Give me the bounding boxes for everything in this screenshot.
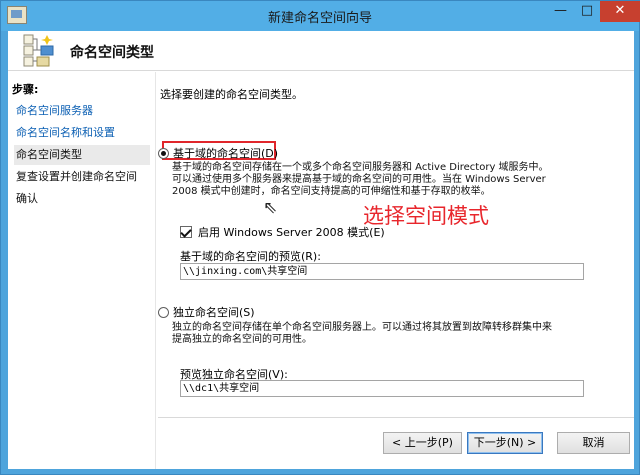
cancel-button[interactable]: 取消 bbox=[557, 432, 630, 454]
domain-namespace-radio[interactable] bbox=[158, 147, 169, 159]
standalone-preview-field[interactable]: \\dc1\共享空间 bbox=[180, 380, 584, 397]
domain-preview-field[interactable]: \\jinxing.com\共享空间 bbox=[180, 263, 584, 280]
minimize-button[interactable]: — bbox=[547, 1, 574, 22]
namespace-type-panel: 选择要创建的命名空间类型。 基于域的命名空间(D) 基于域的命名空间存储在一个或… bbox=[158, 72, 634, 469]
next-button[interactable]: 下一步(N) > bbox=[467, 432, 543, 454]
previous-button[interactable]: < 上一步(P) bbox=[383, 432, 462, 454]
window-title: 新建命名空间向导 bbox=[267, 11, 372, 26]
sidebar-item-confirmation: 确认 bbox=[16, 192, 38, 205]
sidebar-item-namespace-name[interactable]: 命名空间名称和设置 bbox=[14, 123, 150, 143]
domain-description-line3: 2008 模式中创建时，命名空间支持提高的可伸缩性和基于存取的枚举。 bbox=[172, 186, 491, 197]
title-bar[interactable]: 新建命名空间向导 — □ ✕ bbox=[1, 1, 640, 31]
standalone-description-line1: 独立的命名空间存储在单个命名空间服务器上。可以通过将其放置到故障转移群集中来 bbox=[172, 322, 552, 333]
standalone-description-line2: 提高独立的命名空间的可用性。 bbox=[172, 334, 312, 345]
domain-description-line1: 基于域的命名空间存储在一个或多个命名空间服务器和 Active Director… bbox=[172, 162, 549, 173]
page-title: 命名空间类型 bbox=[70, 45, 154, 61]
wizard-window: 新建命名空间向导 — □ ✕ 命名空间类型 步骤: 命名空间服务器 命名空间名称… bbox=[0, 0, 640, 475]
wizard-client-area: 命名空间类型 步骤: 命名空间服务器 命名空间名称和设置 命名空间类型 复查设置… bbox=[8, 31, 634, 469]
steps-sidebar: 步骤: 命名空间服务器 命名空间名称和设置 命名空间类型 复查设置并创建命名空间… bbox=[8, 72, 156, 469]
domain-namespace-option[interactable]: 基于域的命名空间(D) bbox=[158, 145, 278, 161]
standalone-namespace-radio[interactable] bbox=[158, 306, 169, 318]
wizard-header: 命名空间类型 bbox=[8, 31, 634, 71]
ws2008-mode-option[interactable]: 启用 Windows Server 2008 模式(E) bbox=[180, 224, 385, 240]
mouse-cursor-icon: ⇖ bbox=[263, 198, 278, 218]
standalone-namespace-option[interactable]: 独立命名空间(S) bbox=[158, 304, 255, 320]
ws2008-mode-label[interactable]: 启用 Windows Server 2008 模式(E) bbox=[198, 224, 385, 240]
wizard-tree-icon bbox=[23, 34, 54, 67]
intro-text: 选择要创建的命名空间类型。 bbox=[160, 88, 303, 101]
domain-description-line2: 可以通过使用多个服务器来提高基于域的命名空间的可用性。当在 Windows Se… bbox=[172, 174, 546, 185]
sidebar-item-review-settings: 复查设置并创建命名空间 bbox=[16, 170, 137, 183]
standalone-namespace-label[interactable]: 独立命名空间(S) bbox=[173, 304, 255, 320]
domain-namespace-label[interactable]: 基于域的命名空间(D) bbox=[173, 145, 278, 161]
ws2008-mode-checkbox[interactable] bbox=[180, 226, 192, 238]
footer-divider bbox=[158, 417, 634, 418]
steps-heading: 步骤: bbox=[12, 83, 39, 96]
domain-preview-label: 基于域的命名空间的预览(R): bbox=[180, 250, 321, 263]
sidebar-item-namespace-type: 命名空间类型 bbox=[14, 145, 150, 165]
sidebar-item-namespace-server[interactable]: 命名空间服务器 bbox=[14, 101, 150, 121]
close-button[interactable]: ✕ bbox=[600, 1, 640, 22]
maximize-button[interactable]: □ bbox=[574, 1, 600, 22]
